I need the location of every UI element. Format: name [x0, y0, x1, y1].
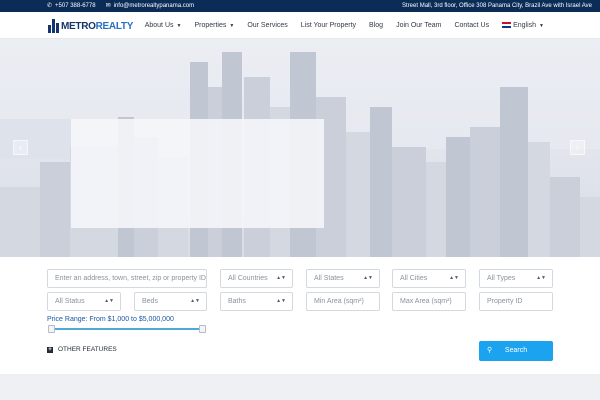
- phone-icon: ✆: [47, 3, 53, 9]
- nav-our-services[interactable]: Our Services: [247, 22, 287, 29]
- search-button[interactable]: ⚲ Search: [479, 341, 553, 361]
- property-search-form: Enter an address, town, street, zip or p…: [0, 257, 600, 374]
- cities-select[interactable]: All Cities ▲▼: [392, 269, 466, 288]
- caret-down-icon: ▼: [229, 23, 235, 29]
- uk-flag-icon: [502, 22, 512, 29]
- property-id-input[interactable]: Property ID: [479, 292, 553, 311]
- phone-contact[interactable]: ✆ +507 388-6778: [47, 0, 96, 12]
- email-contact[interactable]: ✉ info@metrorealtypanama.com: [106, 0, 195, 12]
- status-select[interactable]: All Status ▲▼: [47, 292, 121, 311]
- types-select[interactable]: All Types ▲▼: [479, 269, 553, 288]
- top-contact-bar: ✆ +507 388-6778 ✉ info@metrorealtypanama.c…: [0, 0, 600, 12]
- main-nav: About Us ▼ Properties ▼ Our Services List …: [145, 12, 544, 39]
- slider-next-button[interactable]: ›: [570, 140, 585, 155]
- countries-select[interactable]: All Countries ▲▼: [220, 269, 293, 288]
- plus-icon: +: [47, 346, 53, 353]
- nav-join-our-team[interactable]: Join Our Team: [396, 22, 441, 29]
- office-address: Street Mall, 3rd floor, Office 308 Panam…: [402, 3, 592, 9]
- envelope-icon: ✉: [105, 3, 111, 9]
- caret-down-icon: ▼: [176, 23, 182, 29]
- chevron-right-icon: ›: [576, 142, 579, 152]
- select-arrows-icon: ▲▼: [536, 275, 546, 281]
- select-arrows-icon: ▲▼: [276, 275, 286, 281]
- next-section-strip: [0, 374, 600, 400]
- nav-properties[interactable]: Properties ▼: [194, 22, 234, 29]
- logo-wordmark: METROREALTY: [61, 20, 134, 32]
- select-arrows-icon: ▲▼: [190, 298, 200, 304]
- magnifier-icon: ⚲: [487, 347, 493, 354]
- states-select[interactable]: All States ▲▼: [306, 269, 380, 288]
- hero-slider: ‹ ›: [0, 39, 600, 257]
- nav-list-your-property[interactable]: List Your Property: [301, 22, 356, 29]
- keyword-search-input[interactable]: Enter an address, town, street, zip or p…: [47, 269, 207, 288]
- min-area-input[interactable]: Min Area (sqm²): [306, 292, 380, 311]
- price-range-label: Price Range: From $1,000 to $5,000,000: [47, 316, 174, 323]
- nav-about-us[interactable]: About Us ▼: [145, 22, 182, 29]
- select-arrows-icon: ▲▼: [104, 298, 114, 304]
- select-arrows-icon: ▲▼: [276, 298, 286, 304]
- price-range-track[interactable]: [50, 328, 205, 330]
- slide-caption-panel: [71, 119, 324, 228]
- chevron-left-icon: ‹: [19, 142, 22, 152]
- beds-select[interactable]: Beds ▲▼: [134, 292, 207, 311]
- select-arrows-icon: ▲▼: [363, 275, 373, 281]
- select-arrows-icon: ▲▼: [449, 275, 459, 281]
- caret-down-icon: ▼: [539, 23, 544, 29]
- price-max-handle[interactable]: [199, 325, 206, 333]
- other-features-toggle[interactable]: + OTHER FEATURES: [47, 346, 117, 353]
- baths-select[interactable]: Baths ▲▼: [220, 292, 293, 311]
- nav-contact-us[interactable]: Contact Us: [454, 22, 489, 29]
- main-header: METROREALTY About Us ▼ Properties ▼ Our Se…: [0, 12, 600, 39]
- site-logo[interactable]: METROREALTY: [48, 18, 133, 34]
- nav-blog[interactable]: Blog: [369, 22, 383, 29]
- slider-prev-button[interactable]: ‹: [13, 140, 28, 155]
- building-logo-icon: [48, 19, 60, 33]
- price-min-handle[interactable]: [48, 325, 55, 333]
- language-selector[interactable]: English ▼: [502, 22, 544, 29]
- max-area-input[interactable]: Max Area (sqm²): [392, 292, 466, 311]
